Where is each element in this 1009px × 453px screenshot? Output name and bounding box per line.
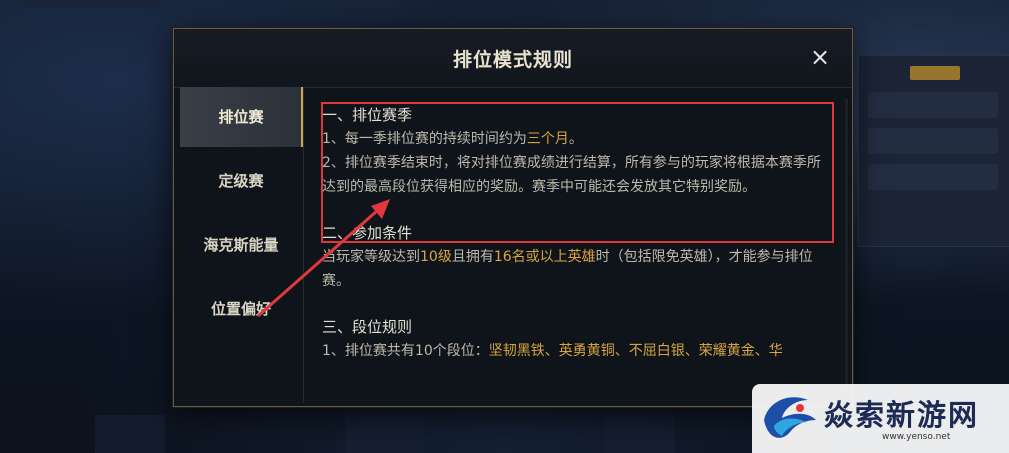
content-scrollbar[interactable] (845, 99, 848, 389)
sidebar-item-label: 海克斯能量 (203, 236, 279, 254)
section-title: 三、段位规则 (322, 318, 413, 336)
rule-paragraph: 1、排位赛共有10个段位：坚韧黑铁、英勇黄铜、不屈白银、荣耀黄金、华 (322, 339, 832, 363)
background-list-item (868, 92, 998, 118)
background-bottom-tab (345, 415, 425, 453)
watermark-url: www.yenso.net (882, 432, 951, 442)
sidebar-item-label: 定级赛 (218, 172, 264, 190)
rule-paragraph: 当玩家等级达到10级且拥有16名或以上英雄时（包括限免英雄），才能参与排位赛。 (322, 245, 832, 293)
rule-text: 1、排位赛共有10个段位： (322, 343, 489, 359)
rule-highlight: 16名或以上英雄 (493, 249, 596, 265)
sidebar-item-label: 位置偏好 (210, 300, 271, 318)
rule-highlight: 10级 (420, 249, 452, 265)
sidebar-item-placement[interactable]: 定级赛 (180, 151, 302, 211)
sidebar-item-hextech-energy[interactable]: 海克斯能量 (180, 215, 302, 275)
annotation-highlight-box (321, 102, 834, 243)
rule-text: 且拥有 (451, 249, 494, 265)
modal-title: 排位模式规则 (452, 49, 573, 71)
sidebar-item-ranked[interactable]: 排位赛 (180, 87, 304, 147)
background-badge (910, 66, 960, 80)
background-top-bar (20, 0, 160, 8)
background-list-item (868, 164, 998, 190)
rule-highlight: 坚韧黑铁、英勇黄铜、不屈白银、荣耀黄金、华 (488, 343, 783, 359)
background-top-bar (280, 0, 400, 8)
sidebar-divider (303, 87, 304, 403)
rule-text: 当玩家等级达到 (322, 249, 420, 265)
watermark-brand: 焱索新游网 (824, 398, 980, 432)
sidebar-item-label: 排位赛 (218, 108, 264, 126)
close-button[interactable]: × (806, 43, 834, 71)
rules-sidebar: 排位赛 定级赛 海克斯能量 位置偏好 (180, 87, 304, 403)
background-list-item (868, 128, 998, 154)
sidebar-item-position-preference[interactable]: 位置偏好 (180, 279, 302, 339)
background-bottom-tab (605, 415, 675, 453)
background-bottom-tab (95, 415, 165, 453)
watermark-logo-icon (764, 397, 816, 438)
modal-header: 排位模式规则 × (174, 29, 852, 88)
watermark: 焱索新游网 www.yenso.net (752, 384, 1009, 453)
